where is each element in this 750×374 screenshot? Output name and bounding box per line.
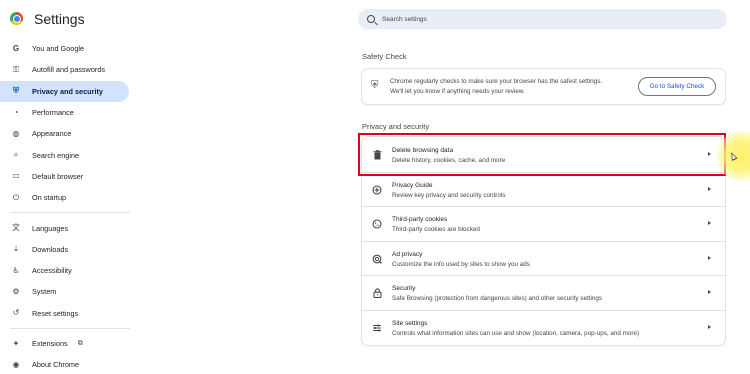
sidebar: G You and Google ⚿ Autofill and password… <box>0 38 135 374</box>
sidebar-divider <box>10 327 130 329</box>
chevron-right-icon <box>707 149 713 159</box>
sidebar-item-label: Autofill and passwords <box>32 65 106 75</box>
chevron-right-icon <box>707 287 713 297</box>
row-title: Site settings <box>392 320 428 327</box>
privacy-security-card: Delete browsing data Delete history, coo… <box>362 137 725 345</box>
sidebar-item-label: Languages <box>32 223 69 233</box>
chevron-right-icon <box>707 253 713 263</box>
row-subtitle: Review key privacy and security controls <box>392 191 506 199</box>
sidebar-item-label: Search engine <box>32 150 80 160</box>
sidebar-item-label: Privacy and security <box>32 86 103 96</box>
lock-icon <box>371 287 383 299</box>
row-ad-privacy[interactable]: Ad privacy Customize the info used by si… <box>362 240 725 276</box>
search-icon <box>367 15 375 23</box>
key-icon: ⚿ <box>12 64 20 74</box>
sidebar-item-performance[interactable]: ◔ Performance <box>0 102 129 123</box>
header: Settings <box>0 0 750 38</box>
row-security[interactable]: Security Safe Browsing (protection from … <box>362 275 725 310</box>
sidebar-item-default-browser[interactable]: ▭ Default browser <box>0 166 129 187</box>
sidebar-item-label: On startup <box>32 193 67 203</box>
row-title: Third-party cookies <box>392 216 448 224</box>
wrench-icon: ⚙ <box>12 286 20 296</box>
privacy-guide-icon <box>371 184 383 196</box>
sidebar-divider <box>10 212 130 214</box>
sidebar-item-label: About Chrome <box>32 360 80 370</box>
ad-privacy-icon <box>371 253 383 265</box>
sidebar-item-label: Extensions <box>32 339 68 348</box>
row-subtitle: Third-party cookies are blocked <box>392 226 480 234</box>
sidebar-item-autofill[interactable]: ⚿ Autofill and passwords <box>0 59 129 80</box>
shield-icon: ⛨ <box>371 80 379 91</box>
chrome-icon: ◉ <box>12 359 20 369</box>
open-in-new-icon: ⧉ <box>77 339 83 347</box>
reset-icon: ↺ <box>12 308 20 318</box>
sidebar-item-label: Appearance <box>32 129 72 139</box>
row-privacy-guide[interactable]: Privacy Guide Review key privacy and sec… <box>362 171 725 207</box>
sidebar-item-label: Reset settings <box>32 308 79 318</box>
row-delete-browsing-data[interactable]: Delete browsing data Delete history, coo… <box>362 137 725 172</box>
sidebar-item-search-engine[interactable]: ⌕ Search engine <box>0 144 129 165</box>
browser-window-icon: ▭ <box>12 171 20 181</box>
sidebar-item-on-startup[interactable]: ⏻ On startup <box>0 187 129 208</box>
sidebar-item-label: Downloads <box>32 244 69 254</box>
search-bar[interactable] <box>358 9 727 29</box>
sidebar-item-languages[interactable]: 文 Languages <box>0 217 129 238</box>
sidebar-item-appearance[interactable]: ◍ Appearance <box>0 123 129 144</box>
translate-icon: 文 <box>12 223 20 233</box>
sidebar-item-label: Default browser <box>32 171 84 181</box>
sidebar-item-downloads[interactable]: ⤓ Downloads <box>0 239 129 260</box>
page-title: Settings <box>34 11 85 27</box>
go-to-safety-check-button[interactable]: Go to Safety Check <box>638 77 716 96</box>
row-subtitle: Safe Browsing (protection from dangerous… <box>392 295 602 303</box>
row-title: Security <box>392 285 416 293</box>
search-input[interactable] <box>382 15 702 23</box>
safety-check-heading: Safety Check <box>362 52 407 61</box>
sidebar-item-accessibility[interactable]: ♿ Accessibility <box>0 260 129 281</box>
search-icon: ⌕ <box>13 150 19 160</box>
speedometer-icon: ◔ <box>13 107 19 117</box>
chrome-logo-icon <box>10 12 23 25</box>
sidebar-item-reset-settings[interactable]: ↺ Reset settings <box>0 303 129 324</box>
sidebar-item-about-chrome[interactable]: ◉ About Chrome <box>0 354 129 374</box>
row-subtitle: Customize the info used by sites to show… <box>392 260 530 268</box>
row-third-party-cookies[interactable]: Third-party cookies Third-party cookies … <box>362 206 725 241</box>
power-icon: ⏻ <box>12 192 20 202</box>
sliders-icon <box>371 322 383 334</box>
row-title: Privacy Guide <box>392 181 433 189</box>
chevron-right-icon <box>707 218 713 228</box>
sidebar-item-label: You and Google <box>32 44 85 54</box>
puzzle-icon: ✦ <box>12 338 20 348</box>
row-title: Delete browsing data <box>392 147 454 154</box>
sidebar-item-you-and-google[interactable]: G You and Google <box>0 38 129 59</box>
safety-check-card: ⛨ Chrome regularly checks to make sure y… <box>362 69 725 104</box>
sidebar-item-label: System <box>32 287 57 297</box>
sidebar-item-privacy[interactable]: ⛨ Privacy and security <box>0 80 129 102</box>
accessibility-icon: ♿ <box>12 265 20 275</box>
palette-icon: ◍ <box>12 128 20 138</box>
privacy-security-heading: Privacy and security <box>362 122 430 131</box>
sidebar-item-system[interactable]: ⚙ System <box>0 281 129 302</box>
download-icon: ⤓ <box>14 244 18 254</box>
sidebar-item-label: Performance <box>32 108 74 118</box>
trash-icon <box>371 149 383 161</box>
row-subtitle: Controls what information sites can use … <box>392 330 640 337</box>
sidebar-item-label: Accessibility <box>32 266 72 276</box>
sidebar-item-extensions[interactable]: ✦ Extensions ⧉ <box>0 333 129 354</box>
google-g-icon: G <box>12 43 20 53</box>
cookie-icon <box>371 218 383 230</box>
chevron-right-icon <box>707 184 713 194</box>
row-subtitle: Delete history, cookies, cache, and more <box>392 157 506 164</box>
shield-icon: ⛨ <box>13 86 19 96</box>
chevron-right-icon <box>707 322 713 332</box>
row-site-settings[interactable]: Site settings Controls what information … <box>362 310 725 345</box>
row-title: Ad privacy <box>392 250 423 258</box>
